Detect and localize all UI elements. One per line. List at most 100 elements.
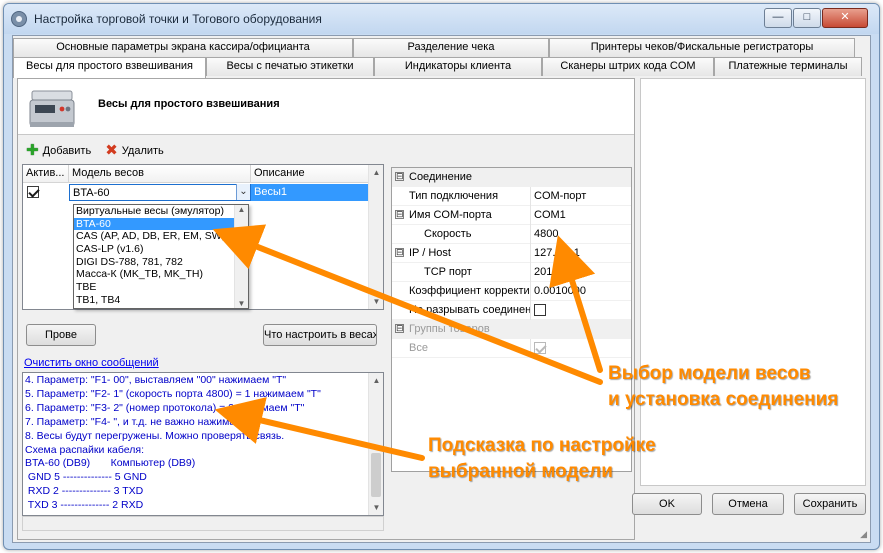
column-header-description[interactable]: Описание bbox=[251, 165, 370, 182]
property-value[interactable]: COM-порт bbox=[534, 190, 586, 202]
horizontal-scrollbar[interactable] bbox=[22, 516, 384, 531]
collapse-icon[interactable]: ⊟ bbox=[395, 210, 404, 219]
delete-button[interactable]: ✖ Удалить bbox=[101, 141, 168, 161]
tab-barcode-scanners[interactable]: Сканеры штрих кода COM bbox=[542, 57, 714, 76]
dropdown-option-selected[interactable]: BTA-60 bbox=[74, 217, 248, 231]
tab-row-bottom: Весы для простого взвешивания Весы с печ… bbox=[13, 57, 862, 78]
property-divider bbox=[530, 206, 531, 225]
dropdown-option[interactable]: TB1, TB4 bbox=[74, 294, 248, 307]
property-divider bbox=[530, 244, 531, 263]
log-scrollbar[interactable]: ▲ ▼ bbox=[368, 373, 383, 515]
property-row-tcp-port[interactable]: TCP порт 2010 bbox=[392, 263, 631, 282]
property-divider bbox=[530, 301, 531, 320]
tab-payment-terminals[interactable]: Платежные терминалы bbox=[714, 57, 862, 76]
property-row-com-port[interactable]: ⊟ Имя COM-порта COM1 bbox=[392, 206, 631, 225]
tab-receipt-split[interactable]: Разделение чека bbox=[353, 38, 549, 57]
property-category-connection[interactable]: ⊟ Соединение bbox=[392, 168, 631, 187]
minimize-button[interactable]: — bbox=[764, 8, 792, 28]
add-button-label: Добавить bbox=[42, 145, 92, 157]
tab-receipt-printers[interactable]: Принтеры чеков/Фискальные регистраторы bbox=[549, 38, 855, 57]
property-divider bbox=[530, 339, 531, 358]
log-line: BTA-60 (DB9) Компьютер (DB9) bbox=[25, 457, 196, 469]
message-log[interactable]: 4. Параметр: "F1- 00", выставляем "00" н… bbox=[22, 372, 384, 516]
check-connection-button[interactable]: Прове bbox=[26, 324, 96, 346]
window-title: Настройка торговой точки и Тогового обор… bbox=[34, 12, 322, 26]
ok-button[interactable]: OK bbox=[632, 493, 702, 515]
tab-cashier-screen[interactable]: Основные параметры экрана кассира/официа… bbox=[13, 38, 353, 57]
delete-button-label: Удалить bbox=[121, 145, 164, 157]
resize-grip-icon[interactable]: ◢ bbox=[860, 529, 867, 540]
maximize-button[interactable]: □ bbox=[793, 8, 821, 28]
callout-model-select-line2: и установка соединения bbox=[608, 389, 839, 410]
title-bar[interactable]: Настройка торговой точки и Тогового обор… bbox=[4, 4, 879, 34]
grid-scrollbar[interactable]: ▲ ▼ bbox=[368, 165, 383, 309]
log-line: 7. Параметр: "F4- ", и т.д. не важно наж… bbox=[25, 416, 266, 428]
property-value[interactable]: COM1 bbox=[534, 209, 566, 221]
collapse-icon[interactable]: ⊟ bbox=[395, 248, 404, 257]
tab-customer-displays[interactable]: Индикаторы клиента bbox=[374, 57, 542, 76]
tab-label-scales[interactable]: Весы с печатью этикетки bbox=[206, 57, 374, 76]
log-line: 8. Весы будут перегружены. Можно проверя… bbox=[25, 430, 285, 442]
log-line: Схема распайки кабеля: bbox=[25, 444, 145, 456]
tab-simple-scales[interactable]: Весы для простого взвешивания bbox=[13, 57, 206, 78]
model-dropdown-list[interactable]: Виртуальные весы (эмулятор) BTA-60 CAS (… bbox=[73, 204, 249, 309]
keep-connection-checkbox[interactable] bbox=[534, 304, 546, 316]
property-row-ip-host[interactable]: ⊟ IP / Host 127.0.0.1 bbox=[392, 244, 631, 263]
section-title: Весы для простого взвешивания bbox=[98, 98, 280, 110]
dropdown-option[interactable]: CAS-LP (v1.6) bbox=[74, 243, 248, 256]
column-header-active[interactable]: Актив... bbox=[23, 165, 69, 182]
close-button[interactable]: ✕ bbox=[822, 8, 868, 28]
property-row-speed[interactable]: Скорость 4800 bbox=[392, 225, 631, 244]
property-category-label: Группы товаров bbox=[409, 323, 490, 335]
dropdown-option[interactable]: Масса-К (MK_TB, MK_TH) bbox=[74, 268, 248, 281]
active-cell bbox=[23, 184, 69, 201]
description-cell[interactable]: Весы1 bbox=[251, 184, 370, 201]
log-line: RXD 2 -------------- 3 TXD bbox=[25, 485, 144, 497]
dropdown-option[interactable]: Виртуальные весы (эмулятор) bbox=[74, 205, 248, 218]
dropdown-scrollbar[interactable]: ▲ ▼ bbox=[234, 205, 248, 308]
chevron-down-icon[interactable]: ⌄ bbox=[236, 184, 250, 200]
collapse-icon[interactable]: ⊟ bbox=[395, 324, 404, 333]
property-value[interactable]: 127.0.0.1 bbox=[534, 247, 580, 259]
tab-row-top: Основные параметры экрана кассира/официа… bbox=[13, 38, 855, 57]
column-header-model[interactable]: Модель весов bbox=[69, 165, 251, 182]
property-value[interactable]: 2010 bbox=[534, 266, 558, 278]
scroll-up-icon[interactable]: ▲ bbox=[369, 373, 383, 388]
property-category-product-groups[interactable]: ⊟ Группы товаров bbox=[392, 320, 631, 339]
active-checkbox[interactable] bbox=[27, 186, 39, 198]
scroll-down-icon[interactable]: ▼ bbox=[369, 500, 383, 515]
all-groups-checkbox[interactable] bbox=[534, 342, 546, 354]
property-grid[interactable]: ⊟ Соединение Тип подключения COM-порт ⊟ … bbox=[391, 167, 632, 472]
add-button[interactable]: ✚ Добавить bbox=[22, 141, 95, 161]
property-name: Скорость bbox=[424, 228, 472, 240]
property-row-keep-connection[interactable]: Не разрывать соединен bbox=[392, 301, 631, 320]
toolbar: ✚ Добавить ✖ Удалить bbox=[22, 141, 174, 161]
clear-messages-link[interactable]: Очистить окно сообщений bbox=[24, 357, 159, 369]
property-divider bbox=[530, 225, 531, 244]
scroll-up-icon[interactable]: ▲ bbox=[369, 165, 384, 180]
table-row[interactable]: BTA-60 Весы1 bbox=[23, 184, 370, 201]
how-to-setup-button[interactable]: Что настроить в весах bbox=[263, 324, 377, 346]
model-cell[interactable]: BTA-60 bbox=[69, 184, 251, 201]
property-name: Все bbox=[409, 342, 428, 354]
property-row-coefficient[interactable]: Коэффициент корректи 0.0010000 bbox=[392, 282, 631, 301]
property-value[interactable]: 0.0010000 bbox=[534, 285, 586, 297]
dropdown-option[interactable]: TBE bbox=[74, 281, 248, 294]
log-scroll-thumb[interactable] bbox=[371, 453, 381, 497]
dropdown-option[interactable]: DIGI DS-788, 781, 782 bbox=[74, 256, 248, 269]
delete-icon: ✖ bbox=[105, 142, 118, 159]
cancel-button[interactable]: Отмена bbox=[712, 493, 784, 515]
scroll-down-icon[interactable]: ▼ bbox=[235, 299, 248, 308]
property-row-connection-type[interactable]: Тип подключения COM-порт bbox=[392, 187, 631, 206]
collapse-icon[interactable]: ⊟ bbox=[395, 172, 404, 181]
property-name: Тип подключения bbox=[409, 190, 499, 202]
property-value[interactable]: 4800 bbox=[534, 228, 558, 240]
save-button[interactable]: Сохранить bbox=[794, 493, 866, 515]
scroll-down-icon[interactable]: ▼ bbox=[369, 294, 384, 309]
dropdown-option[interactable]: CAS (AP, AD, DB, ER, EM, SW, bbox=[74, 230, 248, 243]
right-empty-pane bbox=[640, 78, 866, 486]
property-row-all-groups[interactable]: Все bbox=[392, 339, 631, 358]
property-name: Коэффициент корректи bbox=[409, 285, 530, 297]
scroll-up-icon[interactable]: ▲ bbox=[235, 205, 248, 214]
log-line: 4. Параметр: "F1- 00", выставляем "00" н… bbox=[25, 374, 287, 386]
